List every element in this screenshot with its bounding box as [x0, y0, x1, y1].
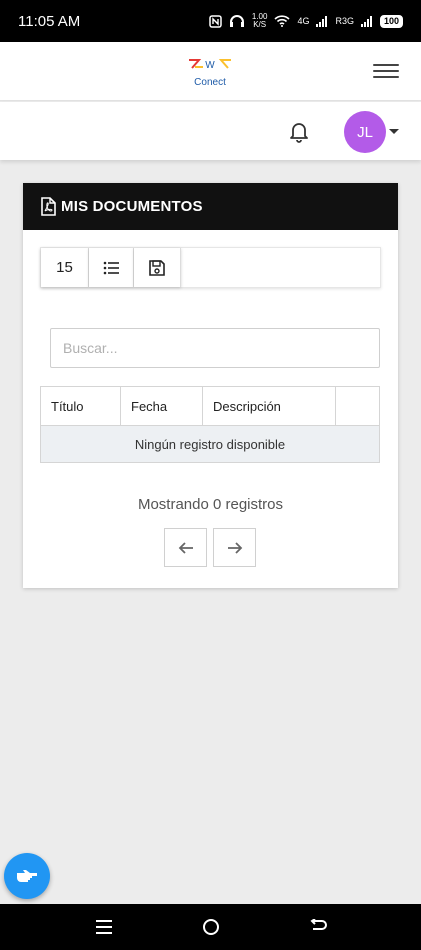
bell-icon	[290, 123, 308, 143]
documents-card: MIS DOCUMENTOS 15 Título Fecha Descripci…	[23, 183, 398, 588]
column-header-title[interactable]: Título	[40, 386, 121, 426]
column-header-date[interactable]: Fecha	[120, 386, 203, 426]
list-icon	[103, 261, 119, 274]
previous-page-button[interactable]	[164, 528, 207, 567]
logo-text: Conect	[194, 77, 226, 88]
wifi-icon	[274, 15, 290, 27]
signal-icon-2	[360, 15, 372, 27]
menu-icon	[373, 64, 399, 66]
back-arrow-icon	[309, 919, 327, 930]
arrow-right-icon	[227, 541, 242, 554]
system-nav-bar	[0, 904, 421, 950]
save-icon	[149, 259, 165, 276]
menu-button[interactable]	[373, 64, 399, 80]
status-bar: 11:05 AM 1.00 K/S 4G R3G 100	[0, 0, 421, 42]
card-title: MIS DOCUMENTOS	[61, 198, 203, 215]
logo-letter: W	[205, 60, 215, 71]
column-header-actions	[335, 386, 380, 426]
top-nav: W Conect	[0, 42, 421, 101]
nfc-icon	[209, 14, 222, 28]
status-icons: 1.00 K/S 4G R3G 100	[209, 13, 403, 29]
card-header: MIS DOCUMENTOS	[23, 183, 398, 230]
table-header-row: Título Fecha Descripción	[40, 386, 380, 426]
status-time: 11:05 AM	[18, 12, 81, 30]
app-logo[interactable]: W Conect	[185, 52, 235, 92]
network-type-1: 4G	[297, 16, 310, 26]
pointing-hand-icon	[17, 870, 37, 882]
export-button[interactable]	[134, 248, 181, 287]
home-button[interactable]	[196, 912, 226, 942]
notifications-button[interactable]	[287, 119, 311, 143]
arrow-left-icon	[178, 541, 193, 554]
columns-button[interactable]	[89, 248, 134, 287]
chevron-down-icon[interactable]	[389, 129, 399, 134]
menu-lines-icon	[95, 920, 112, 934]
records-count: Mostrando 0 registros	[137, 496, 284, 513]
search-input[interactable]	[50, 328, 380, 368]
table-row: Ningún registro disponible	[40, 425, 380, 463]
next-page-button[interactable]	[213, 528, 256, 567]
column-header-description[interactable]: Descripción	[202, 386, 336, 426]
logo-icon: W	[189, 59, 231, 71]
pagination	[164, 528, 256, 567]
circle-icon	[202, 919, 219, 935]
empty-message: Ningún registro disponible	[40, 425, 380, 463]
table-toolbar: 15	[40, 247, 381, 288]
signal-icon	[316, 15, 328, 27]
network-speed: 1.00 K/S	[251, 12, 268, 29]
avatar[interactable]: JL	[344, 111, 386, 153]
recent-apps-button[interactable]	[89, 912, 119, 942]
pdf-file-icon	[41, 197, 56, 216]
documents-table: Título Fecha Descripción Ningún registro…	[40, 386, 380, 463]
back-button[interactable]	[303, 912, 333, 942]
headphones-icon	[229, 15, 244, 27]
accessibility-fab[interactable]	[4, 853, 50, 899]
page-size-button[interactable]: 15	[41, 248, 89, 287]
battery-icon: 100	[379, 14, 403, 28]
user-bar: JL	[0, 102, 421, 160]
network-type-2: R3G	[335, 16, 354, 26]
